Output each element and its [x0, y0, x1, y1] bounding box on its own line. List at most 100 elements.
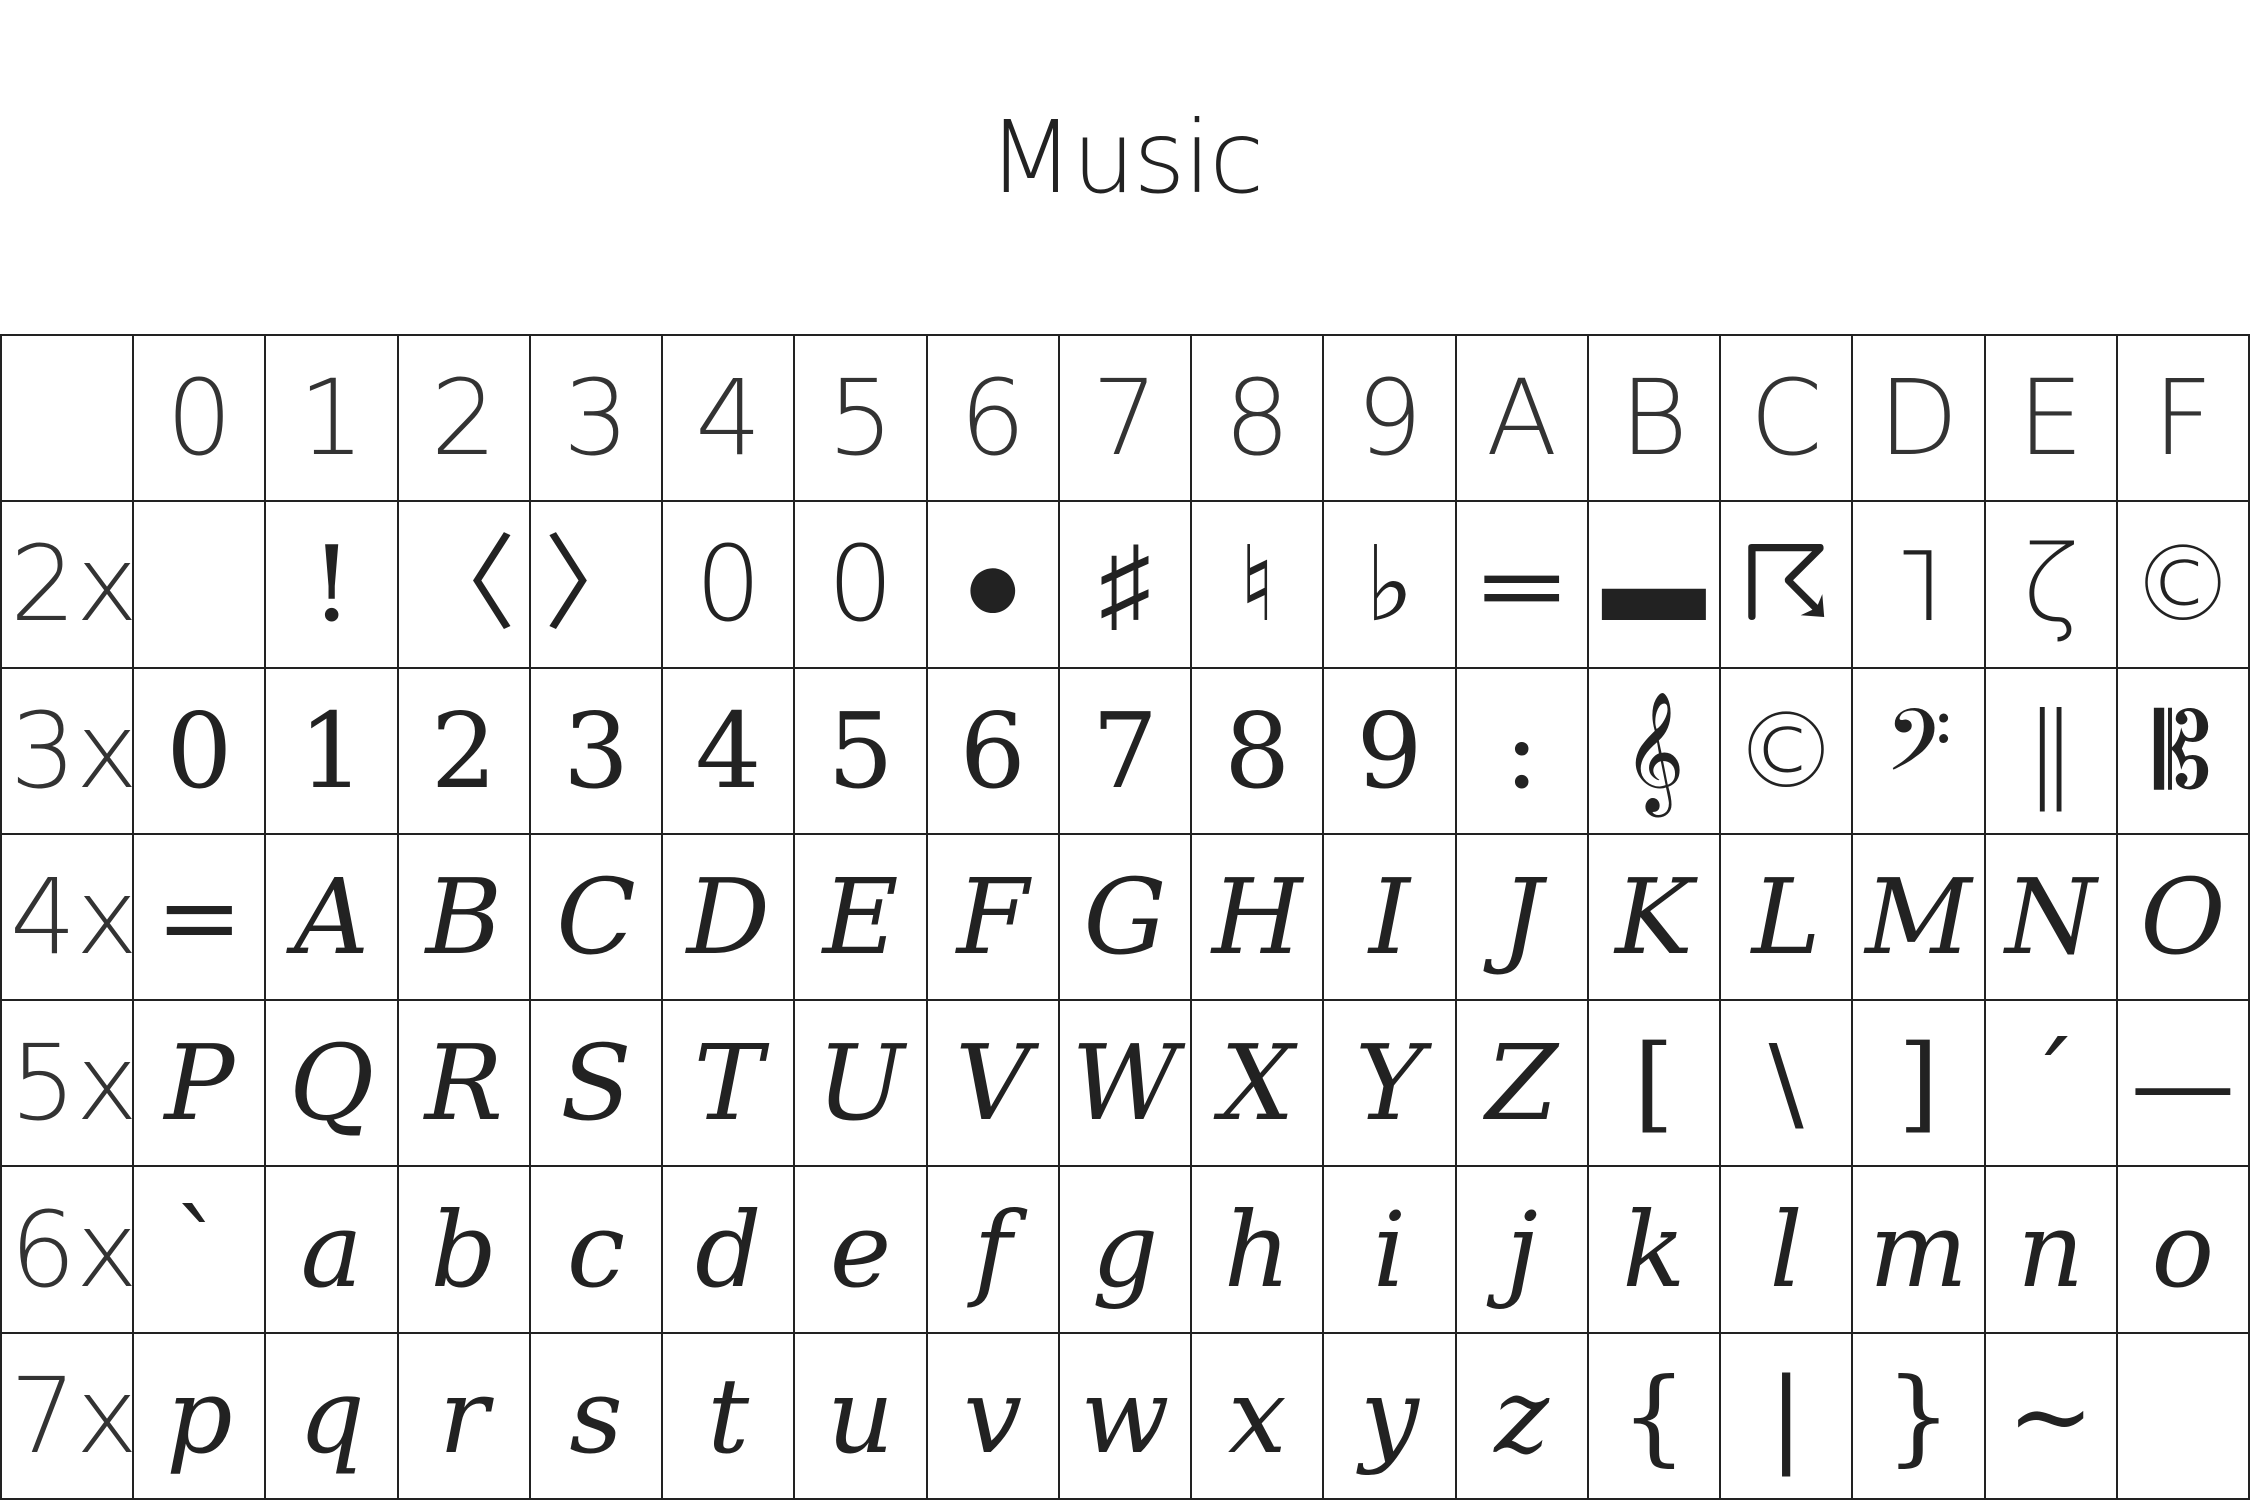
glyph-cell: ζ	[1985, 502, 2118, 669]
glyph-cell: Y	[1324, 1001, 1457, 1168]
glyph-cell: q	[266, 1333, 399, 1500]
half-rest-icon: ▬	[1601, 523, 1706, 646]
column-header: B	[1588, 336, 1722, 503]
glyph-cell: g	[1059, 1167, 1193, 1334]
glyph-cell: ~	[1985, 1333, 2118, 1500]
glyph-cell: F	[927, 834, 1060, 1002]
column-header: 4	[663, 336, 796, 503]
quarter-note-head-icon: ●	[961, 523, 1025, 646]
column-header: 5	[795, 336, 928, 503]
letter-t: t	[707, 1354, 750, 1477]
column-header: 7	[1059, 336, 1193, 503]
vertical-bar: |	[1768, 1354, 1804, 1477]
letter-z: z	[1494, 1354, 1550, 1477]
glyph-cell: U	[795, 1001, 928, 1168]
glyph-cell: ●	[927, 502, 1060, 669]
natural-icon: ♮	[1238, 523, 1276, 646]
glyph-cell: f	[927, 1167, 1060, 1334]
colon: :	[1504, 689, 1540, 812]
digit-5: 5	[827, 689, 894, 812]
glyph-cell: !	[266, 502, 399, 669]
letter-m: m	[1869, 1188, 1968, 1311]
right-bracket: ]	[1898, 1022, 1939, 1145]
column-header: D	[1853, 336, 1986, 503]
glyph-cell: h	[1192, 1167, 1325, 1334]
glyph-cell: p	[134, 1333, 267, 1500]
letter-Q: Q	[288, 1022, 375, 1145]
glyph-cell: i	[1324, 1167, 1457, 1334]
glyph-cell: Q	[266, 1001, 399, 1168]
row-header: 2x	[2, 502, 135, 669]
glyph-cell: I	[1324, 834, 1457, 1002]
glyph-cell: o	[2117, 1167, 2250, 1334]
digit-4: 4	[695, 689, 762, 812]
glyph-cell: 𝄡	[2117, 668, 2250, 835]
letter-k: k	[1622, 1188, 1686, 1311]
glyph-cell: }	[1853, 1333, 1986, 1500]
glyph-cell: =	[134, 834, 267, 1002]
column-header: F	[2117, 336, 2250, 503]
digit-3: 3	[562, 689, 630, 812]
letter-v: v	[963, 1354, 1023, 1477]
glyph-cell: S	[530, 1001, 664, 1168]
letter-M: M	[1865, 855, 1972, 978]
letter-C: C	[556, 855, 636, 978]
glyph-cell: 6	[927, 668, 1060, 835]
right-brace: }	[1885, 1354, 1952, 1477]
glyph-cell: G	[1059, 834, 1193, 1002]
glyph-cell: H	[1192, 834, 1325, 1002]
column-header: 8	[1192, 336, 1325, 503]
glyph-cell: 𝄞	[1588, 668, 1722, 835]
glyph-cell: 𝄢	[1853, 668, 1986, 835]
row-header: 4x	[2, 834, 135, 1002]
left-brace: {	[1620, 1354, 1688, 1477]
glyph-cell: ♮	[1192, 502, 1325, 669]
whole-note-icon: 0	[695, 523, 762, 646]
letter-J: J	[1500, 855, 1543, 978]
letter-f: f	[973, 1188, 1013, 1311]
glyph-cell: 5	[795, 668, 928, 835]
row-header: 6x	[2, 1167, 135, 1334]
letter-H: H	[1211, 855, 1303, 978]
glyph-cell: B	[398, 834, 531, 1002]
letter-d: d	[695, 1188, 762, 1311]
glyph-cell: k	[1588, 1167, 1722, 1334]
letter-b: b	[430, 1188, 498, 1311]
glyph-cell: A	[266, 834, 399, 1002]
glyph-cell: ♭	[1324, 502, 1457, 669]
grave-accent: `	[173, 1188, 226, 1311]
column-header: 0	[134, 336, 267, 503]
letter-X: X	[1220, 1022, 1295, 1145]
letter-G: G	[1083, 855, 1167, 978]
exclamation: !	[310, 523, 353, 646]
letter-K: K	[1615, 855, 1693, 978]
glyph-cell: ˥	[1853, 502, 1986, 669]
glyph-cell: d	[663, 1167, 796, 1334]
letter-D: D	[686, 855, 770, 978]
glyph-cell: ´	[1985, 1001, 2118, 1168]
letter-A: A	[294, 855, 370, 978]
letter-W: W	[1071, 1022, 1179, 1145]
acute-accent: ´	[2024, 1022, 2077, 1145]
glyph-cell: t	[663, 1333, 796, 1500]
glyph-cell: T	[663, 1001, 796, 1168]
glyph-cell: ‖	[1985, 668, 2118, 835]
letter-w: w	[1080, 1354, 1170, 1477]
column-header: C	[1721, 336, 1854, 503]
whole-rest-icon: ═	[1484, 523, 1559, 646]
glyph-cell: X	[1192, 1001, 1325, 1168]
glyph-cell: L	[1721, 834, 1854, 1002]
digit-2: 2	[430, 689, 497, 812]
glyph-cell: {	[1588, 1333, 1722, 1500]
column-header: 2	[398, 336, 531, 503]
glyph-cell: ©	[2117, 502, 2250, 669]
letter-Z: Z	[1485, 1022, 1558, 1145]
letter-x: x	[1227, 1354, 1287, 1477]
column-header: 1	[266, 336, 399, 503]
letter-U: U	[816, 1022, 905, 1145]
em-dash: —	[2130, 1022, 2235, 1145]
glyph-cell: 8	[1192, 668, 1325, 835]
letter-c: c	[566, 1188, 626, 1311]
column-header: E	[1985, 336, 2118, 503]
letter-Y: Y	[1355, 1022, 1424, 1145]
